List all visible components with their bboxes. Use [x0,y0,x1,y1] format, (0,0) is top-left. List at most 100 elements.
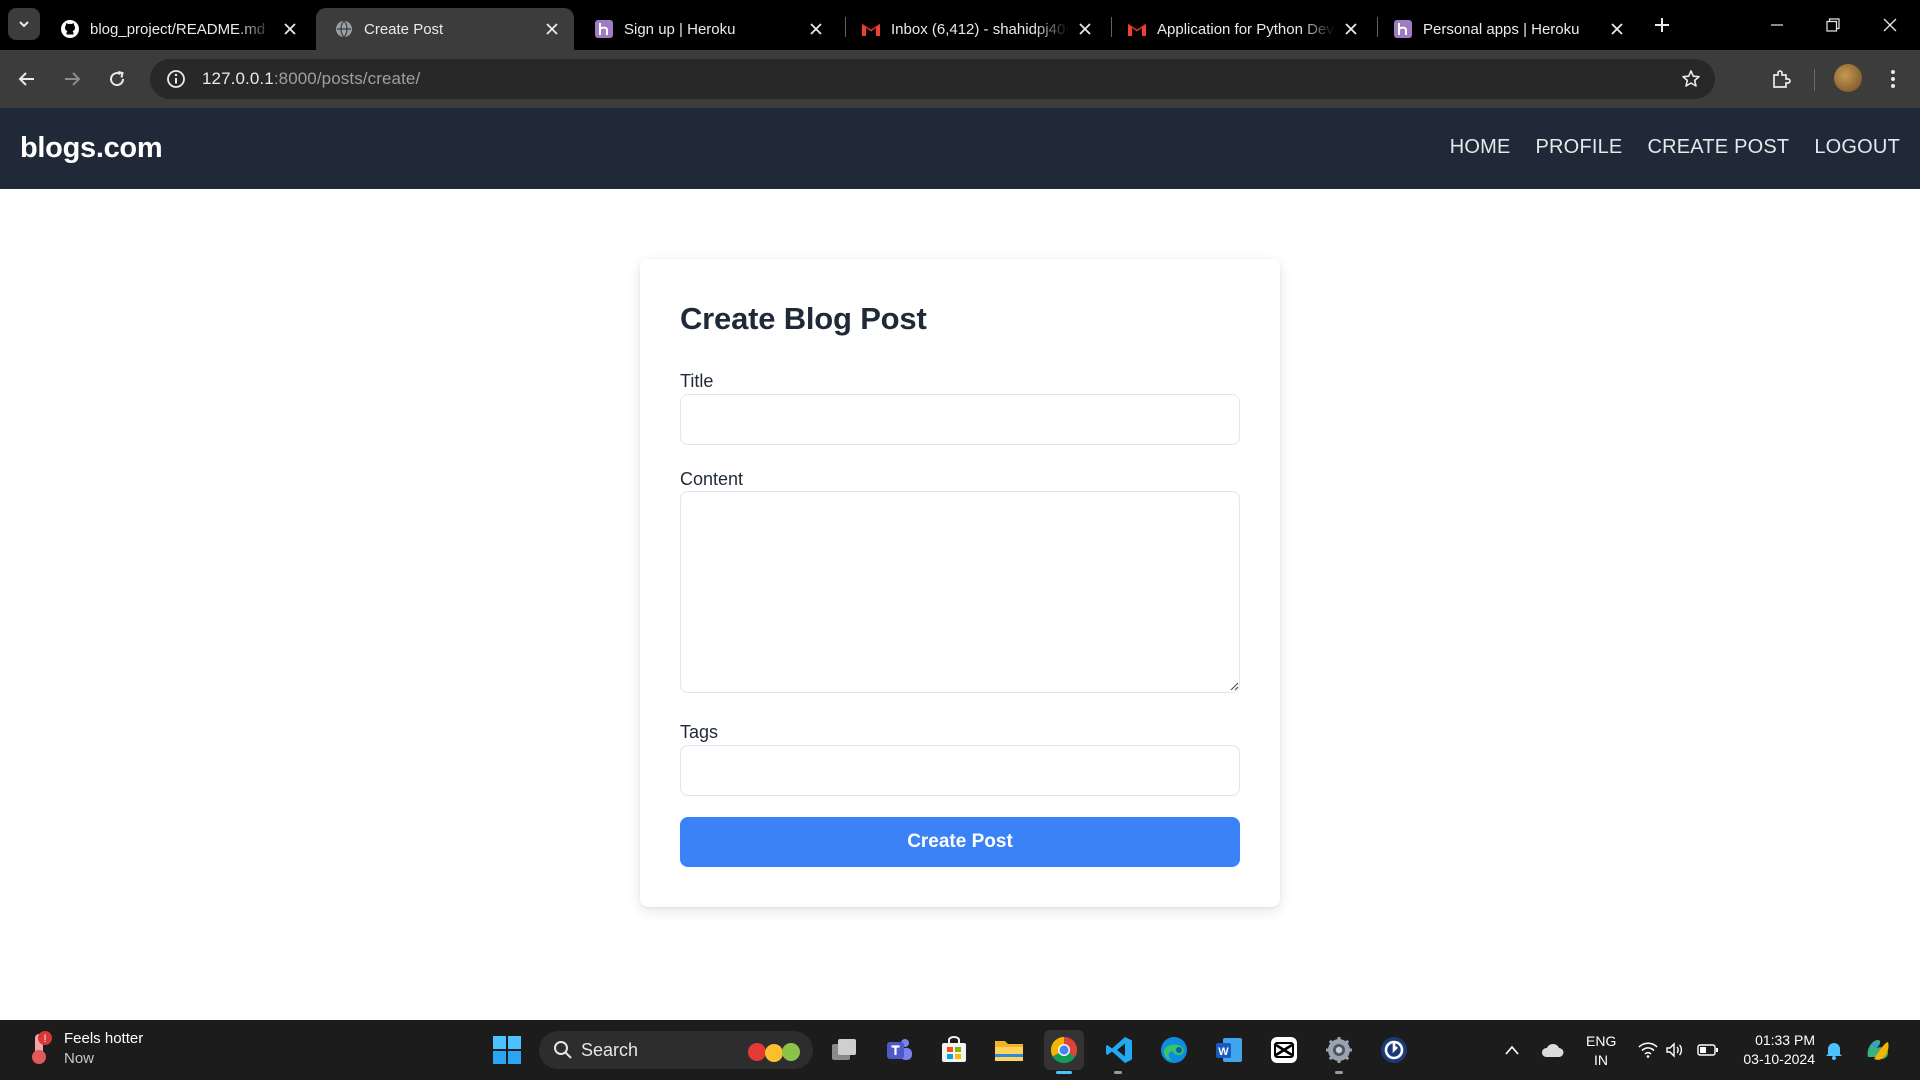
chevron-up-icon [1505,1045,1519,1055]
tab-create-post[interactable]: Create Post [316,8,574,50]
battery-button[interactable] [1694,1036,1722,1064]
edge-icon [1161,1037,1187,1063]
file-explorer-app[interactable] [989,1030,1029,1070]
tab-gmail-application[interactable]: Application for Python Developer [1109,8,1373,50]
puzzle-icon [1773,70,1791,88]
edge-app[interactable] [1154,1030,1194,1070]
notifications-button[interactable] [1820,1036,1848,1064]
bell-icon [1826,1043,1842,1060]
taskbar-search[interactable]: Search [539,1031,813,1069]
vscode-app[interactable] [1099,1030,1139,1070]
language-indicator[interactable]: ENG IN [1586,1032,1616,1070]
restore-icon [1826,18,1840,32]
vscode-running-indicator [1114,1071,1122,1074]
close-icon[interactable] [1607,19,1627,39]
tab-readme[interactable]: blog_project/README.md [42,8,312,50]
minimize-button[interactable] [1762,10,1792,40]
gmail-icon [1127,19,1147,39]
word-app[interactable]: W [1209,1030,1249,1070]
capcut-app[interactable] [1264,1030,1304,1070]
site-navbar: blogs.com HOME PROFILE CREATE POST LOGOU… [0,108,1920,189]
create-post-button[interactable]: Create Post [680,817,1240,867]
chrome-menu-button[interactable] [1876,62,1910,96]
nav-links: HOME PROFILE CREATE POST LOGOUT [1450,136,1900,159]
tab-strip: blog_project/README.md Create Post Sign … [0,0,1920,50]
cloud-icon [1541,1044,1564,1057]
tab-heroku-apps[interactable]: Personal apps | Heroku [1375,8,1639,50]
resize-grip-icon[interactable] [1229,681,1239,691]
weather-subtitle: Now [64,1050,95,1067]
github-icon [60,19,80,39]
onedrive-button[interactable] [1538,1036,1566,1064]
content-label: Content [680,469,744,489]
close-icon [1883,18,1897,32]
extensions-button[interactable] [1764,62,1798,96]
copilot-button[interactable] [1864,1036,1892,1064]
task-view-button[interactable] [824,1030,864,1070]
taskbar-clock[interactable]: 01:33 PM 03-10-2024 [1727,1031,1815,1069]
site-brand[interactable]: blogs.com [20,132,163,165]
language-code: ENG [1586,1033,1617,1049]
arrow-left-icon [18,72,34,86]
show-hidden-icons-button[interactable] [1498,1036,1526,1064]
reload-button[interactable] [100,62,134,96]
restore-button[interactable] [1818,10,1848,40]
close-icon[interactable] [1341,19,1361,39]
chrome-icon [1050,1036,1078,1064]
new-tab-button[interactable] [1650,13,1674,37]
globe-icon [334,19,354,39]
back-button[interactable] [10,62,44,96]
teams-app[interactable] [879,1030,919,1070]
forward-button[interactable] [55,62,89,96]
battery-icon [1697,1044,1718,1056]
tab-title: Application for Python Developer [1157,20,1335,38]
thermometer-icon[interactable]: ! [24,1030,54,1066]
search-icon [554,1041,572,1059]
fruits-icon [748,1043,800,1062]
tab-title: Personal apps | Heroku [1423,20,1580,38]
tab-heroku-signup[interactable]: Sign up | Heroku [576,8,838,50]
tab-gmail-inbox[interactable]: Inbox (6,412) - shahidpj40@gmail.com [843,8,1107,50]
tab-search-button[interactable] [8,8,40,40]
url-host: 127.0.0.1 [202,69,274,88]
tags-input[interactable] [680,745,1240,796]
start-button[interactable] [487,1030,527,1070]
store-app[interactable] [934,1030,974,1070]
region-code: IN [1594,1052,1608,1068]
heroku-icon [594,19,614,39]
close-window-button[interactable] [1875,10,1905,40]
nav-logout-link[interactable]: LOGOUT [1814,136,1900,159]
close-icon[interactable] [280,19,300,39]
url-path: :8000/posts/create/ [273,69,421,88]
wifi-button[interactable] [1634,1036,1662,1064]
address-bar[interactable]: 127.0.0.1:8000/posts/create/ [150,59,1715,99]
weather-title[interactable]: Feels hotter [64,1030,143,1047]
nav-home-link[interactable]: HOME [1450,136,1511,159]
title-input[interactable] [680,394,1240,445]
browser-toolbar: 127.0.0.1:8000/posts/create/ [0,50,1920,108]
chrome-app[interactable] [1044,1030,1084,1070]
content-textarea[interactable] [680,491,1240,693]
wifi-icon [1638,1042,1658,1058]
volume-button[interactable] [1661,1036,1689,1064]
profile-avatar[interactable] [1834,64,1862,92]
close-icon[interactable] [1075,19,1095,39]
close-icon[interactable] [542,19,562,39]
clock-app[interactable] [1374,1030,1414,1070]
settings-running-indicator [1335,1071,1343,1074]
settings-app[interactable] [1319,1030,1359,1070]
volume-icon [1666,1042,1683,1058]
nav-profile-link[interactable]: PROFILE [1536,136,1623,159]
plus-icon [1655,18,1669,32]
teams-icon [887,1039,912,1060]
nav-create-post-link[interactable]: CREATE POST [1647,136,1789,159]
clock-time: 01:33 PM [1755,1032,1815,1048]
copilot-icon [1867,1040,1889,1060]
more-vert-icon [1891,70,1895,88]
close-icon[interactable] [806,19,826,39]
site-info-icon[interactable] [156,59,196,99]
bookmark-star-icon[interactable] [1679,67,1703,91]
gmail-icon [861,19,881,39]
tab-title: Sign up | Heroku [624,20,736,38]
chrome-active-indicator [1056,1071,1072,1074]
